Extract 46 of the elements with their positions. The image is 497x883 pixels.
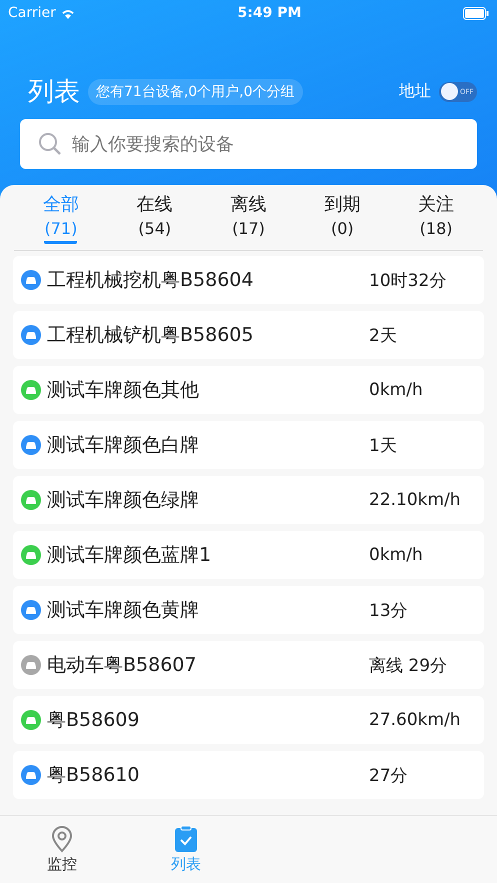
device-row[interactable]: 测试车牌颜色黄牌 13分 — [13, 586, 484, 634]
device-name: 测试车牌颜色黄牌 — [47, 598, 200, 623]
device-row[interactable]: 粤B58610 27分 — [13, 751, 484, 799]
battery-icon — [463, 6, 489, 20]
nav-tab[interactable]: 监控 — [0, 816, 124, 883]
filter-tab[interactable]: 关注 (18) — [389, 185, 483, 250]
device-name: 粤B58609 — [47, 708, 140, 733]
device-name: 电动车粤B58607 — [47, 653, 198, 678]
device-row[interactable]: 工程机械挖机粤B58604 10时32分 — [13, 256, 484, 304]
filter-tab[interactable]: 在线 (54) — [108, 185, 202, 250]
carrier-label: Carrier — [8, 5, 56, 21]
clipboard-check-icon — [174, 825, 198, 853]
device-name: 测试车牌颜色绿牌 — [47, 488, 200, 513]
device-name: 测试车牌颜色蓝牌1 — [47, 543, 212, 568]
device-status: 2天 — [369, 324, 397, 346]
device-status: 0km/h — [369, 545, 423, 565]
device-row[interactable]: 测试车牌颜色绿牌 22.10km/h — [13, 476, 484, 524]
filter-tab[interactable]: 离线 (17) — [202, 185, 296, 250]
device-name: 工程机械铲机粤B58605 — [47, 323, 254, 348]
device-row[interactable]: 测试车牌颜色其他 0km/h — [13, 366, 484, 414]
page-title: 列表 — [28, 76, 80, 109]
device-status: 22.10km/h — [369, 490, 461, 510]
time-label: 5:49 PM — [238, 5, 302, 21]
device-status: 27.60km/h — [369, 710, 461, 730]
device-row[interactable]: 工程机械铲机粤B58605 2天 — [13, 311, 484, 359]
device-name: 工程机械挖机粤B58604 — [47, 268, 254, 293]
device-row[interactable]: 测试车牌颜色蓝牌1 0km/h — [13, 531, 484, 579]
address-label: 地址 — [399, 81, 431, 102]
device-status: 27分 — [369, 764, 408, 786]
device-status: 13分 — [369, 600, 408, 622]
device-summary: 您有71台设备,0个用户,0个分组 — [88, 78, 303, 104]
device-status: 0km/h — [369, 380, 423, 400]
device-status: 1天 — [369, 434, 397, 456]
device-name: 粤B58610 — [47, 763, 140, 788]
device-status: 离线 29分 — [369, 654, 448, 676]
device-name: 测试车牌颜色白牌 — [47, 433, 200, 458]
search-icon — [38, 132, 62, 156]
device-row[interactable]: 电动车粤B58607 离线 29分 — [13, 641, 484, 689]
wifi-icon — [60, 7, 76, 19]
location-pin-icon — [50, 825, 74, 853]
device-row[interactable]: 粤B58609 27.60km/h — [13, 696, 484, 744]
device-status: 10时32分 — [369, 270, 446, 292]
device-row[interactable]: 测试车牌颜色白牌 1天 — [13, 421, 484, 469]
search-field[interactable]: 输入你要搜索的设备 — [20, 119, 477, 169]
filter-tab[interactable]: 到期 (0) — [295, 185, 390, 250]
device-name: 测试车牌颜色其他 — [47, 378, 200, 403]
